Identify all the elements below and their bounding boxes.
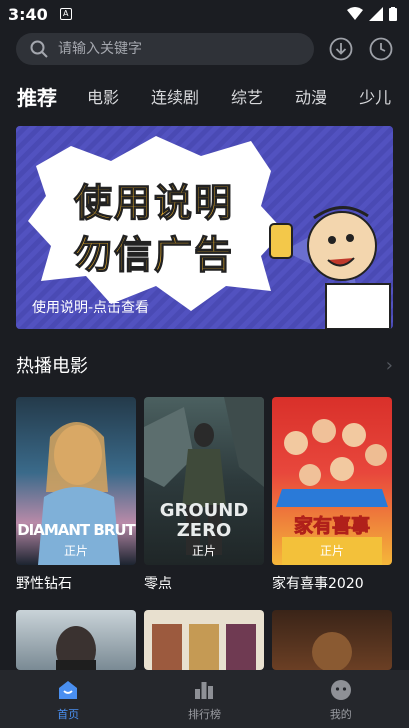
status-badge: 正片 <box>63 544 88 558</box>
movie-poster[interactable]: GROUND ZERO 正片 <box>144 397 264 565</box>
tab-kids[interactable]: 少儿 <box>359 84 391 108</box>
ranking-icon <box>195 681 214 699</box>
movie-title: 野性钻石 <box>16 576 72 592</box>
home-icon <box>59 680 78 699</box>
poster-artwork <box>312 632 352 670</box>
bottom-tab-bar: 首页 排行榜 我的 <box>0 670 409 728</box>
tab-ranking[interactable]: 排行榜 <box>136 670 272 728</box>
profile-icon <box>330 679 351 700</box>
banner-headline-1: 使用说明 <box>73 180 235 225</box>
poster-artwork <box>152 624 256 670</box>
movie-poster[interactable]: 家有喜事 正片 <box>272 397 392 565</box>
tab-movies[interactable]: 电影 <box>87 84 119 108</box>
movie-title: 家有喜事2020 <box>272 576 364 592</box>
history-button[interactable] <box>368 36 394 62</box>
chevron-right-icon[interactable]: › <box>386 355 393 376</box>
tab-anime[interactable]: 动漫 <box>295 84 327 108</box>
movie-card[interactable]: GROUND ZERO 正片 零点 <box>144 397 264 593</box>
status-badge: 正片 <box>319 544 344 558</box>
search-icon <box>30 40 48 58</box>
poster-artwork <box>38 422 120 565</box>
tab-profile[interactable]: 我的 <box>273 670 409 728</box>
download-icon <box>329 37 353 61</box>
movie-card[interactable]: DIAMANT BRUT 正片 野性钻石 <box>16 397 136 593</box>
status-bar: 3:40 A <box>0 0 409 28</box>
status-time: 3:40 <box>8 4 48 24</box>
movie-card[interactable]: 家有喜事 正片 家有喜事2020 <box>272 397 392 593</box>
notification-icon: A <box>59 8 72 20</box>
tab-home[interactable]: 首页 <box>0 670 136 728</box>
search-box[interactable] <box>16 33 314 65</box>
search-row <box>16 33 394 65</box>
section-header: 热播电影 › <box>16 352 393 378</box>
movie-title: 零点 <box>144 576 172 592</box>
wifi-icon <box>347 7 363 20</box>
tab-label: 首页 <box>57 707 80 721</box>
tab-series[interactable]: 连续剧 <box>151 84 199 108</box>
poster-artwork <box>276 419 388 565</box>
movie-poster[interactable] <box>272 610 392 670</box>
section-title: 热播电影 <box>16 356 88 377</box>
signal-icon <box>369 7 383 21</box>
banner[interactable]: 使用说明 勿信广告 使用说明-点击查看 <box>16 126 393 329</box>
banner-headline-2: 勿信广告 <box>73 232 235 277</box>
tab-recommend[interactable]: 推荐 <box>17 82 57 111</box>
poster-title-2: ZERO <box>176 520 232 541</box>
movie-poster[interactable]: DIAMANT BRUT 正片 <box>16 397 136 565</box>
battery-icon <box>389 7 397 21</box>
status-badge: 正片 <box>191 544 216 558</box>
poster-title: 家有喜事 <box>293 515 371 538</box>
movie-poster[interactable] <box>144 610 264 670</box>
tab-label: 我的 <box>329 707 352 721</box>
search-input[interactable] <box>58 41 278 57</box>
poster-title-1: GROUND <box>159 500 249 521</box>
tab-variety[interactable]: 综艺 <box>231 84 263 108</box>
clock-icon <box>369 37 393 61</box>
download-button[interactable] <box>328 36 354 62</box>
banner-caption: 使用说明-点击查看 <box>32 300 150 316</box>
poster-artwork <box>56 626 96 670</box>
tab-label: 排行榜 <box>187 707 221 721</box>
poster-title: DIAMANT BRUT <box>17 521 136 539</box>
category-tabs: 推荐 电影 连续剧 综艺 动漫 少儿 <box>17 80 409 112</box>
movie-poster[interactable] <box>16 610 136 670</box>
status-icons <box>347 7 397 21</box>
